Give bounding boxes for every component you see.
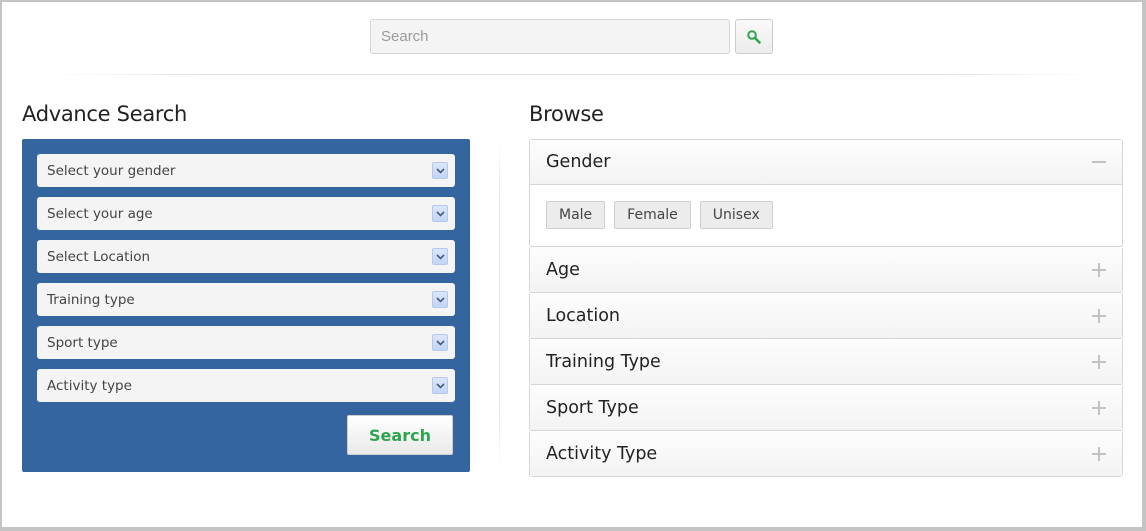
gender-option-unisex[interactable]: Unisex xyxy=(699,201,773,229)
chevron-down-icon[interactable] xyxy=(432,248,448,265)
plus-icon[interactable] xyxy=(1092,262,1106,277)
plus-icon[interactable] xyxy=(1092,354,1106,369)
accordion-label: Sport Type xyxy=(546,397,639,418)
top-search-bar xyxy=(370,19,773,54)
select-placeholder: Select your gender xyxy=(47,162,176,179)
column-divider xyxy=(499,137,500,472)
age-select[interactable]: Select your age xyxy=(37,197,455,230)
accordion-label: Gender xyxy=(546,152,611,172)
accordion-age: Age xyxy=(529,246,1123,293)
accordion-header-sport-type[interactable]: Sport Type xyxy=(530,385,1122,430)
plus-icon[interactable] xyxy=(1092,446,1106,461)
accordion-training-type: Training Type xyxy=(529,338,1123,385)
chevron-down-icon[interactable] xyxy=(432,291,448,308)
select-placeholder: Activity type xyxy=(47,377,132,394)
training-type-select[interactable]: Training type xyxy=(37,283,455,316)
page-frame: Advance Search Browse Select your gender… xyxy=(2,2,1142,527)
minus-icon[interactable] xyxy=(1092,155,1106,169)
accordion-header-age[interactable]: Age xyxy=(530,247,1122,292)
accordion-label: Location xyxy=(546,305,621,326)
accordion-label: Age xyxy=(546,259,580,280)
select-placeholder: Select your age xyxy=(47,205,153,222)
location-select[interactable]: Select Location xyxy=(37,240,455,273)
gender-option-female[interactable]: Female xyxy=(614,201,691,229)
accordion-header-training-type[interactable]: Training Type xyxy=(530,339,1122,384)
accordion-sport-type: Sport Type xyxy=(529,384,1123,431)
select-placeholder: Training type xyxy=(47,291,135,308)
chevron-down-icon[interactable] xyxy=(432,334,448,351)
select-placeholder: Select Location xyxy=(47,248,151,265)
browse-title: Browse xyxy=(529,102,604,126)
gender-select[interactable]: Select your gender xyxy=(37,154,455,187)
advance-search-title: Advance Search xyxy=(22,102,188,126)
accordion-body-gender: Male Female Unisex xyxy=(530,185,1122,246)
search-input[interactable] xyxy=(370,19,730,54)
advance-search-panel: Select your gender Select your age Selec… xyxy=(22,139,470,472)
accordion-location: Location xyxy=(529,292,1123,339)
select-placeholder: Sport type xyxy=(47,334,118,351)
plus-icon[interactable] xyxy=(1092,400,1106,415)
header-divider xyxy=(52,74,1092,75)
gender-option-male[interactable]: Male xyxy=(546,201,606,229)
accordion-activity-type: Activity Type xyxy=(529,430,1123,477)
accordion-header-activity-type[interactable]: Activity Type xyxy=(530,431,1122,476)
browse-accordion: Gender Male Female Unisex Age Location T… xyxy=(529,139,1123,477)
plus-icon[interactable] xyxy=(1092,308,1106,323)
chevron-down-icon[interactable] xyxy=(432,205,448,222)
accordion-gender: Gender Male Female Unisex xyxy=(529,139,1123,247)
accordion-label: Training Type xyxy=(546,351,661,372)
sport-type-select[interactable]: Sport type xyxy=(37,326,455,359)
advance-search-button[interactable]: Search xyxy=(347,415,453,455)
activity-type-select[interactable]: Activity type xyxy=(37,369,455,402)
accordion-label: Activity Type xyxy=(546,443,658,464)
chevron-down-icon[interactable] xyxy=(432,162,448,179)
search-icon xyxy=(747,29,761,44)
accordion-header-location[interactable]: Location xyxy=(530,293,1122,338)
search-button[interactable] xyxy=(735,19,773,54)
accordion-header-gender[interactable]: Gender xyxy=(530,140,1122,185)
chevron-down-icon[interactable] xyxy=(432,377,448,394)
